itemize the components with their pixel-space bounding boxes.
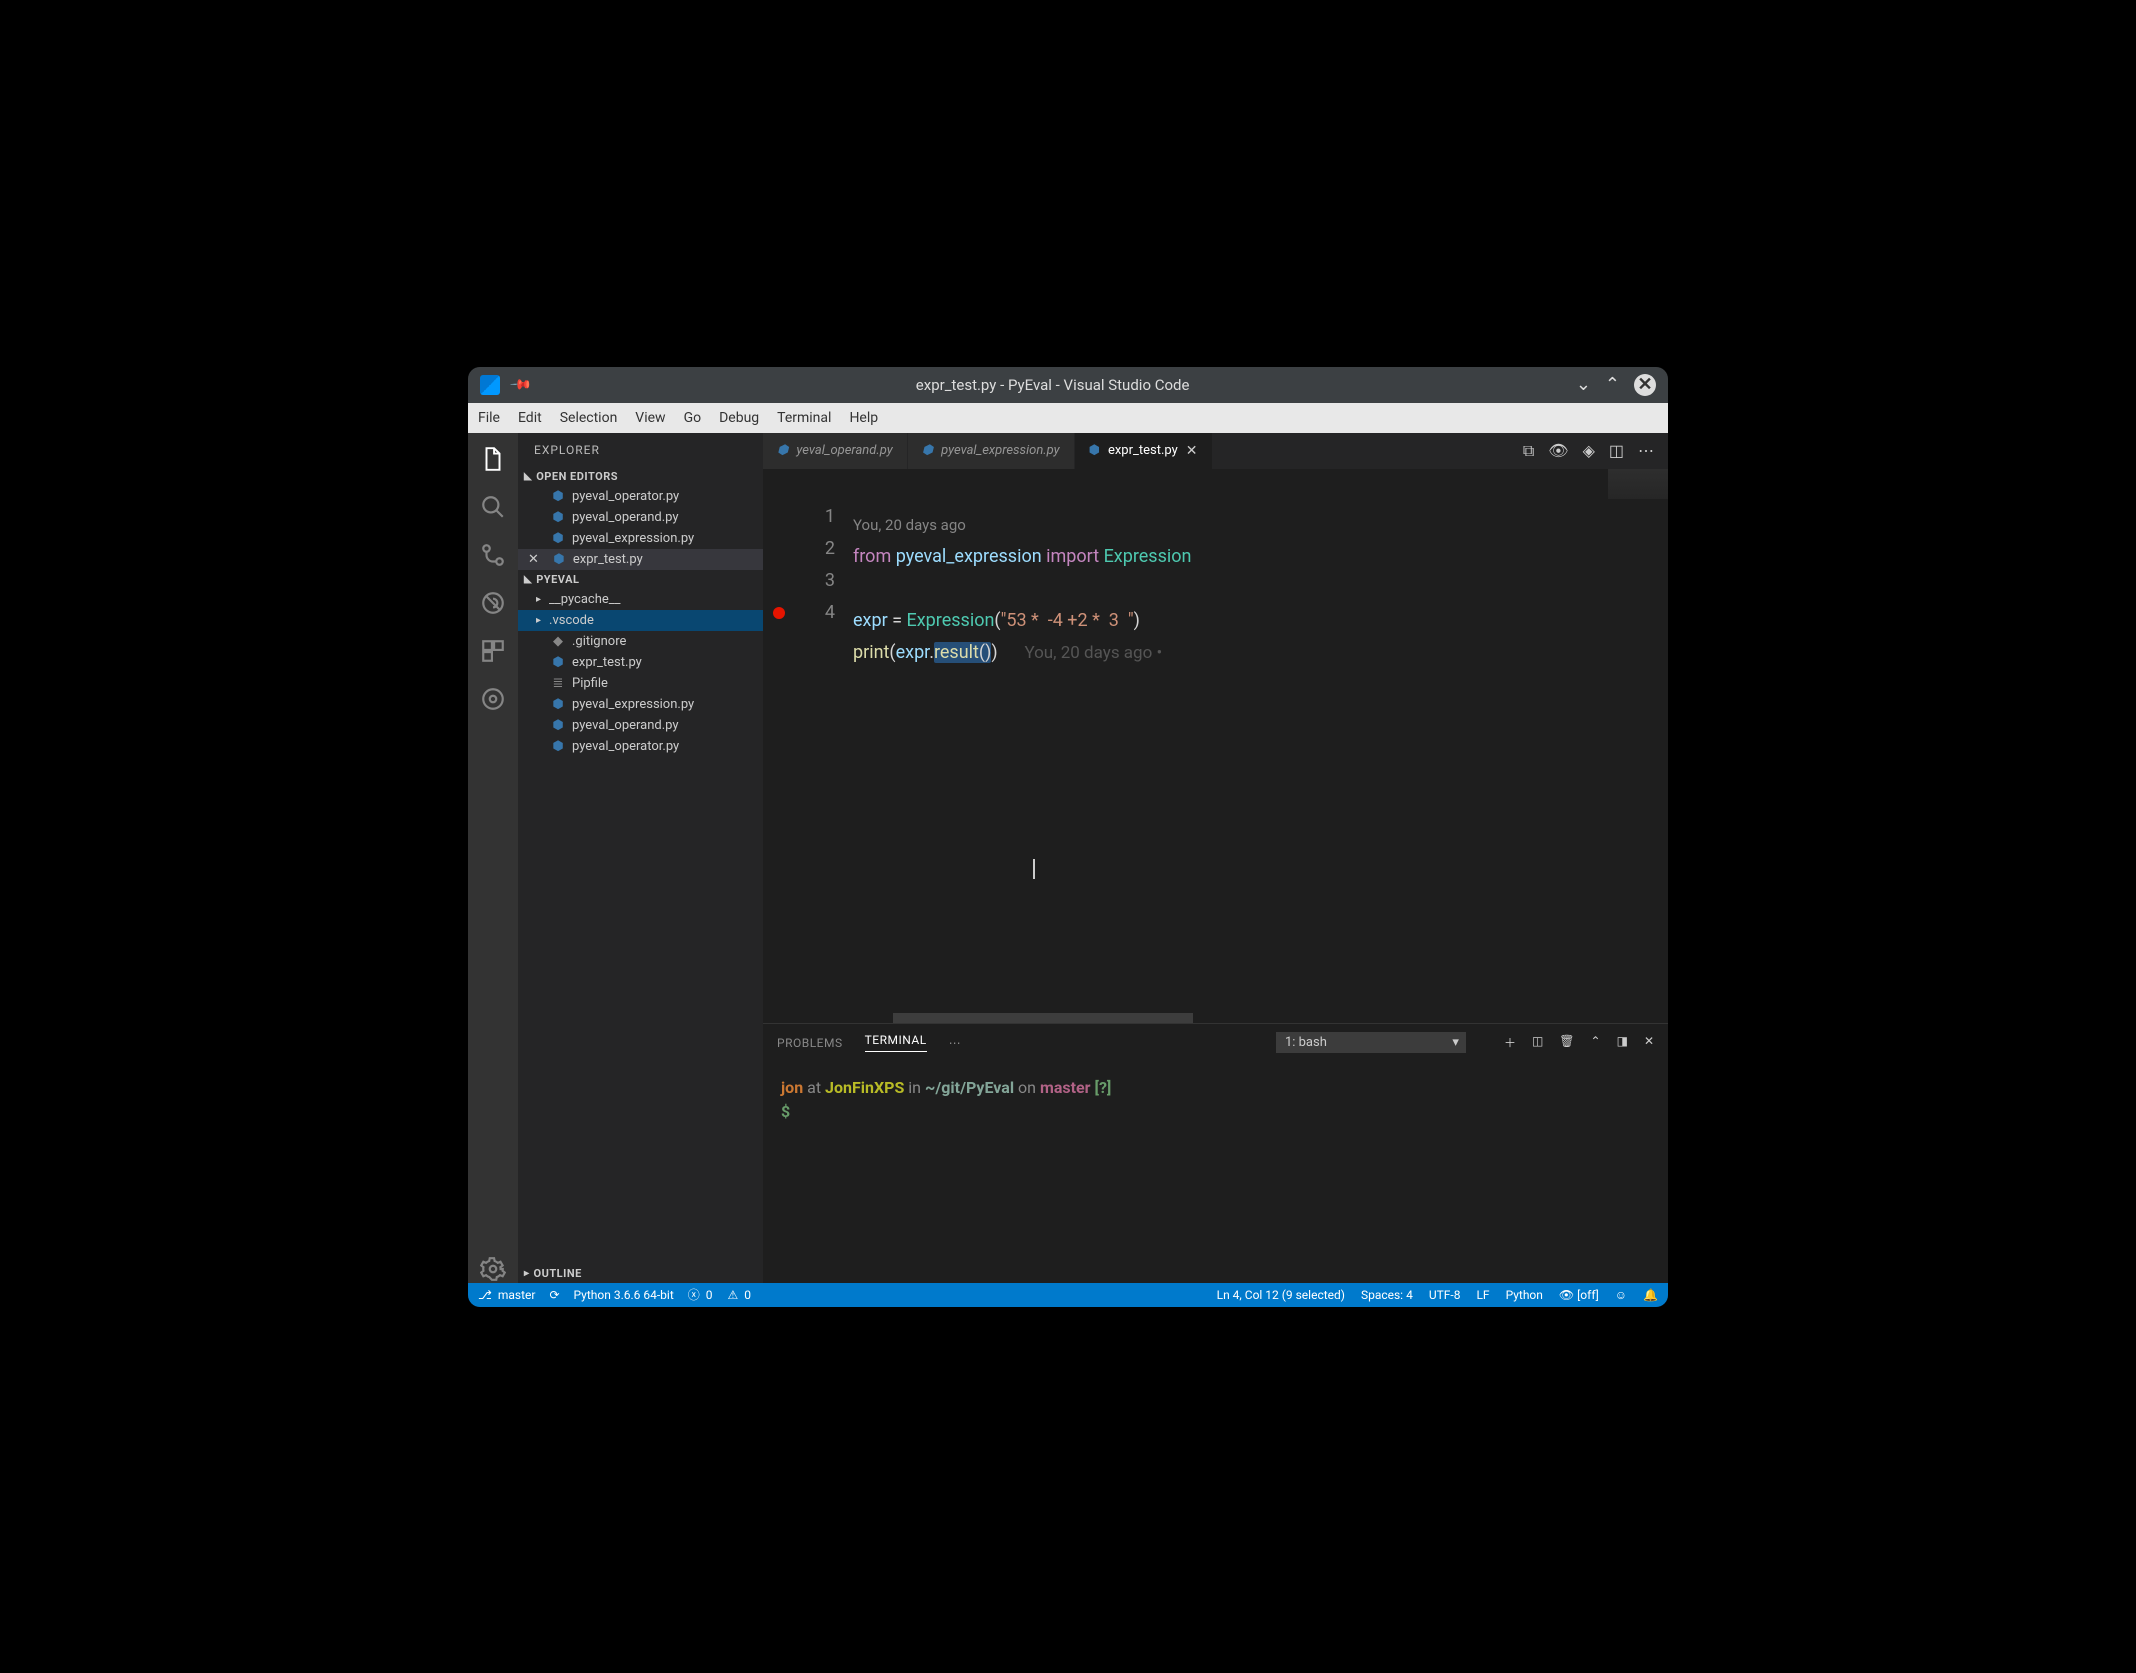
status-feedback-icon[interactable]: ☺ bbox=[1615, 1288, 1627, 1302]
status-language[interactable]: Python bbox=[1506, 1288, 1543, 1302]
sidebar: EXPLORER ◣OPEN EDITORS ⬢pyeval_operator.… bbox=[518, 433, 763, 1283]
open-editor-item-active[interactable]: ✕⬢expr_test.py bbox=[518, 549, 763, 570]
more-actions-icon[interactable]: ⋯ bbox=[1638, 441, 1654, 460]
activity-bar bbox=[468, 433, 518, 1283]
status-problems[interactable]: ⓧ0 ⚠0 bbox=[688, 1286, 751, 1303]
status-cursor[interactable]: Ln 4, Col 12 (9 selected) bbox=[1217, 1288, 1345, 1302]
file-item[interactable]: ◆.gitignore bbox=[518, 631, 763, 652]
menu-view[interactable]: View bbox=[635, 410, 665, 426]
minimize-icon[interactable]: ⌄ bbox=[1576, 374, 1591, 395]
minimap[interactable] bbox=[1608, 469, 1668, 499]
status-encoding[interactable]: UTF-8 bbox=[1429, 1288, 1461, 1302]
project-header[interactable]: ◣PYEVAL bbox=[518, 570, 763, 589]
code-content[interactable]: You, 20 days ago from pyeval_expression … bbox=[853, 469, 1668, 1023]
panel-up-icon[interactable]: ⌃ bbox=[1591, 1034, 1601, 1051]
search-icon[interactable] bbox=[479, 493, 507, 521]
branch-icon: ⎇ bbox=[478, 1288, 492, 1302]
menu-selection[interactable]: Selection bbox=[560, 410, 618, 426]
editor-tab[interactable]: ⬢pyeval_expression.py bbox=[908, 433, 1075, 469]
problems-tab[interactable]: PROBLEMS bbox=[777, 1036, 843, 1050]
file-item[interactable]: ⬢pyeval_operator.py bbox=[518, 736, 763, 757]
kill-terminal-icon[interactable]: 🗑 bbox=[1559, 1034, 1574, 1051]
menu-debug[interactable]: Debug bbox=[719, 410, 759, 426]
menubar: File Edit Selection View Go Debug Termin… bbox=[468, 403, 1668, 433]
horizontal-scrollbar[interactable] bbox=[893, 1013, 1193, 1023]
status-spaces[interactable]: Spaces: 4 bbox=[1361, 1288, 1413, 1302]
terminal-tab[interactable]: TERMINAL bbox=[865, 1033, 927, 1052]
compare-changes-icon[interactable]: ⧉ bbox=[1523, 441, 1534, 461]
panel-more-icon[interactable]: ⋯ bbox=[949, 1036, 962, 1050]
editor-area: ⬢yeval_operand.py ⬢pyeval_expression.py … bbox=[763, 433, 1668, 1283]
menu-go[interactable]: Go bbox=[684, 410, 702, 426]
open-editor-item[interactable]: ⬢pyeval_operator.py bbox=[518, 486, 763, 507]
diff-icon[interactable]: ◈ bbox=[1583, 441, 1595, 460]
error-icon: ⓧ bbox=[688, 1286, 700, 1303]
new-terminal-icon[interactable]: ＋ bbox=[1504, 1034, 1516, 1051]
menu-help[interactable]: Help bbox=[849, 410, 878, 426]
extensions-icon[interactable] bbox=[479, 637, 507, 665]
status-branch[interactable]: ⎇master bbox=[478, 1288, 535, 1302]
editor-tab[interactable]: ⬢yeval_operand.py bbox=[763, 433, 908, 469]
status-liveshare[interactable]: 👁 [off] bbox=[1559, 1288, 1599, 1302]
breakpoint-icon[interactable] bbox=[773, 607, 785, 619]
tab-bar: ⬢yeval_operand.py ⬢pyeval_expression.py … bbox=[763, 433, 1668, 469]
vscode-logo-icon bbox=[480, 375, 500, 395]
inline-blame: You, 20 days ago • bbox=[1024, 643, 1162, 663]
warning-icon: ⚠ bbox=[728, 1288, 739, 1302]
file-item[interactable]: ⬢expr_test.py bbox=[518, 652, 763, 673]
window-close-icon[interactable]: ✕ bbox=[1634, 374, 1656, 396]
open-editor-item[interactable]: ⬢pyeval_operand.py bbox=[518, 507, 763, 528]
status-sync-icon[interactable]: ⟳ bbox=[549, 1288, 559, 1302]
text-cursor-icon bbox=[1033, 859, 1035, 879]
file-item[interactable]: ⬢pyeval_operand.py bbox=[518, 715, 763, 736]
terminal-output[interactable]: jon at JonFinXPS in ~/git/PyEval on mast… bbox=[763, 1062, 1668, 1283]
panel-close-icon[interactable]: ✕ bbox=[1644, 1034, 1654, 1051]
status-eol[interactable]: LF bbox=[1476, 1288, 1489, 1302]
editor-tab-active[interactable]: ⬢expr_test.py✕ bbox=[1075, 433, 1213, 469]
open-editors-header[interactable]: ◣OPEN EDITORS bbox=[518, 467, 763, 486]
close-icon[interactable]: ✕ bbox=[528, 552, 539, 567]
bottom-panel: PROBLEMS TERMINAL ⋯ 1: bash ＋ ◫ 🗑 ⌃ ◨ ✕ … bbox=[763, 1023, 1668, 1283]
settings-gear-icon[interactable] bbox=[479, 1255, 507, 1283]
open-editor-item[interactable]: ⬢pyeval_expression.py bbox=[518, 528, 763, 549]
terminal-select[interactable]: 1: bash bbox=[1276, 1032, 1466, 1053]
split-terminal-icon[interactable]: ◫ bbox=[1532, 1034, 1543, 1051]
code-editor[interactable]: 1 2 3 4 You, 20 days ago from pyeval_exp… bbox=[763, 469, 1668, 1023]
line-gutter: 1 2 3 4 bbox=[763, 469, 853, 1023]
source-control-icon[interactable] bbox=[479, 541, 507, 569]
menu-terminal[interactable]: Terminal bbox=[777, 410, 831, 426]
vscode-window: 📌 expr_test.py - PyEval - Visual Studio … bbox=[468, 367, 1668, 1307]
panel-maximize-icon[interactable]: ◨ bbox=[1617, 1034, 1628, 1051]
split-editor-icon[interactable]: ◫ bbox=[1609, 441, 1624, 460]
status-bar: ⎇master ⟳ Python 3.6.6 64-bit ⓧ0 ⚠0 Ln 4… bbox=[468, 1283, 1668, 1307]
explorer-icon[interactable] bbox=[479, 445, 507, 473]
file-item[interactable]: ⬢pyeval_expression.py bbox=[518, 694, 763, 715]
maximize-icon[interactable]: ⌃ bbox=[1605, 374, 1620, 395]
folder-item-selected[interactable]: ▸.vscode bbox=[518, 610, 763, 631]
menu-file[interactable]: File bbox=[478, 410, 500, 426]
gitlens-icon[interactable] bbox=[479, 685, 507, 713]
sidebar-title: EXPLORER bbox=[518, 433, 763, 467]
status-python[interactable]: Python 3.6.6 64-bit bbox=[574, 1288, 674, 1302]
debug-icon[interactable] bbox=[479, 589, 507, 617]
status-bell-icon[interactable]: 🔔 bbox=[1643, 1288, 1658, 1302]
reveal-icon[interactable]: 👁 bbox=[1548, 441, 1568, 460]
tab-close-icon[interactable]: ✕ bbox=[1186, 443, 1198, 459]
window-title: expr_test.py - PyEval - Visual Studio Co… bbox=[529, 376, 1575, 394]
codelens-text[interactable]: You, 20 days ago bbox=[853, 516, 966, 534]
menu-edit[interactable]: Edit bbox=[518, 410, 542, 426]
file-item[interactable]: ≣Pipfile bbox=[518, 673, 763, 694]
outline-header[interactable]: ▸OUTLINE bbox=[518, 1264, 763, 1283]
titlebar: 📌 expr_test.py - PyEval - Visual Studio … bbox=[468, 367, 1668, 403]
folder-item[interactable]: ▸__pycache__ bbox=[518, 589, 763, 610]
